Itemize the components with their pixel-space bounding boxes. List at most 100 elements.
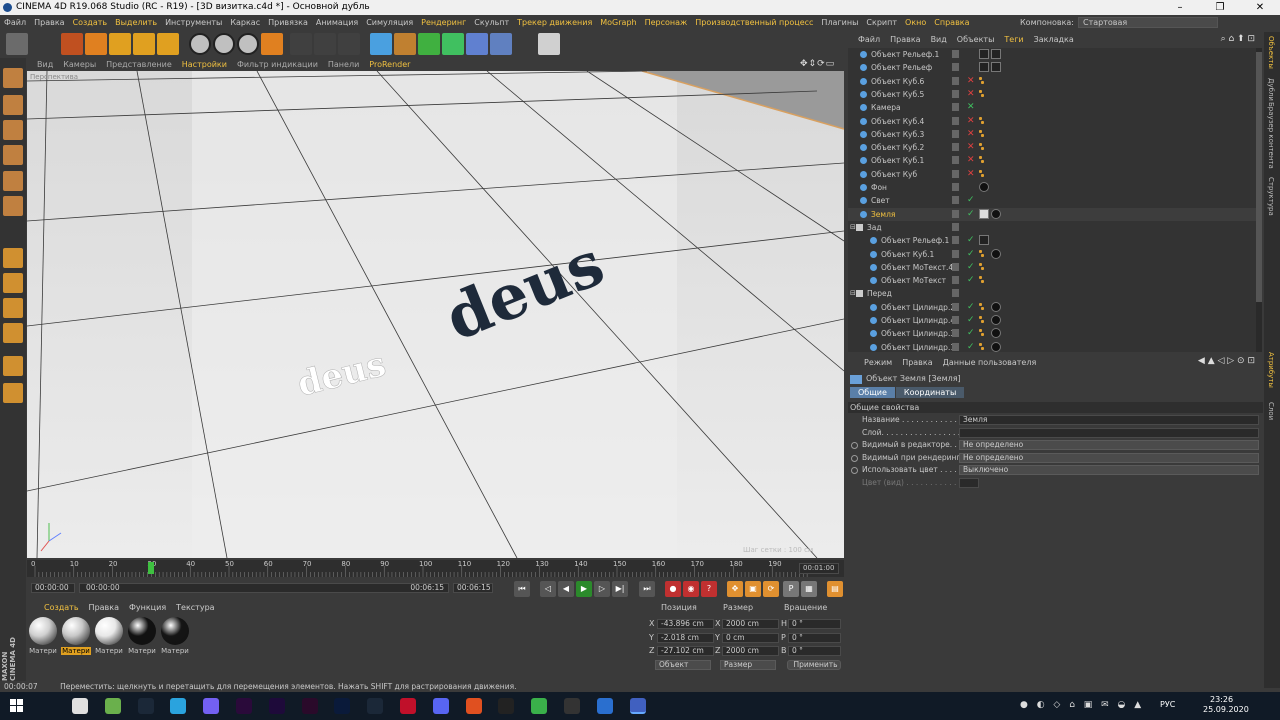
object-row[interactable]: Камера ✕ — [848, 101, 1256, 114]
layer-checkbox[interactable] — [952, 169, 959, 178]
prev-frame-icon[interactable]: ◀ — [558, 581, 574, 597]
rotate-icon[interactable] — [133, 33, 155, 55]
texture-tag-icon[interactable] — [979, 62, 989, 73]
rotate-key-icon[interactable]: ⟳ — [763, 581, 779, 597]
menu-item[interactable]: Инструменты — [165, 18, 222, 27]
disabled-x-icon[interactable]: ✕ — [967, 75, 975, 88]
texture-tag-icon[interactable] — [979, 235, 989, 246]
material-tag-icon[interactable] — [991, 315, 1001, 325]
object-name[interactable]: Зад — [867, 221, 882, 234]
menu-item[interactable]: Плагины — [821, 18, 858, 27]
axis-mode-icon[interactable] — [3, 248, 23, 268]
texture-tag-icon[interactable] — [991, 49, 1001, 59]
side-tab[interactable]: Структура — [1267, 177, 1275, 216]
menu-item[interactable]: Привязка — [268, 18, 308, 27]
disabled-x-icon[interactable]: ✕ — [967, 128, 975, 141]
z-axis-icon[interactable] — [237, 33, 259, 55]
object-menu-item[interactable]: Объекты — [957, 35, 995, 44]
render-view-icon[interactable] — [290, 33, 312, 55]
layer-checkbox[interactable] — [952, 183, 959, 191]
x-axis-icon[interactable] — [189, 33, 211, 55]
object-row[interactable]: Объект Куб ✕ — [848, 168, 1256, 181]
object-name[interactable]: Объект Цилиндр.3 — [881, 327, 955, 340]
phong-tag-icon[interactable] — [979, 76, 982, 80]
system-tray-icons[interactable]: ● ◐ ◇ ⌂ ▣ ✉ ◒ ▲ — [1020, 700, 1150, 712]
viewport-menu-item[interactable]: Камеры — [63, 60, 96, 69]
attr-prop-field[interactable] — [959, 427, 1259, 438]
language-indicator[interactable]: РУС — [1160, 700, 1175, 709]
discord-icon[interactable] — [432, 698, 449, 714]
enabled-check-icon[interactable]: ✓ — [967, 248, 975, 261]
size-field[interactable]: 2000 cm — [722, 619, 779, 629]
layer-checkbox[interactable] — [952, 276, 959, 285]
enabled-check-icon[interactable]: ✓ — [967, 341, 975, 352]
menu-item[interactable]: Персонаж — [645, 18, 688, 27]
viewport-menu-item[interactable]: Фильтр индикации — [237, 60, 318, 69]
prev-key-icon[interactable]: ◁ — [540, 581, 556, 597]
object-row[interactable]: Объект Куб.1 ✕ — [848, 154, 1256, 167]
object-name[interactable]: Объект Куб.1 — [881, 248, 934, 261]
object-menu-item[interactable]: Теги — [1004, 35, 1023, 44]
object-name[interactable]: Свет — [871, 194, 890, 207]
material-tag-icon[interactable] — [991, 328, 1001, 339]
size-field[interactable]: 0 cm — [722, 632, 779, 643]
phone-icon[interactable] — [531, 698, 548, 714]
layer-checkbox[interactable] — [952, 329, 959, 338]
object-menu-item[interactable]: Вид — [931, 35, 947, 44]
phong-tag-icon[interactable] — [979, 302, 982, 306]
phong-tag-icon[interactable] — [979, 89, 982, 93]
disabled-x-icon[interactable]: ✕ — [967, 115, 975, 128]
layer-checkbox[interactable] — [952, 129, 959, 138]
object-row[interactable]: Объект Куб.1 ✓ — [848, 248, 1256, 261]
rotation-field[interactable]: 0 ° — [788, 646, 841, 656]
cube-icon[interactable] — [370, 33, 392, 55]
next-frame-icon[interactable]: ▷ — [594, 581, 610, 597]
keyframe-help-icon[interactable]: ? — [701, 581, 717, 597]
material-thumbnail[interactable]: Матери — [160, 617, 190, 657]
anim-radio-icon[interactable] — [851, 454, 858, 462]
phong-tag-icon[interactable] — [981, 320, 984, 323]
material-tag-icon[interactable] — [991, 248, 1001, 259]
phong-tag-icon[interactable] — [979, 156, 982, 160]
search-icon[interactable] — [72, 698, 88, 714]
material-thumbnail[interactable]: Матери — [28, 617, 58, 657]
phong-tag-icon[interactable] — [979, 169, 982, 173]
rotation-field[interactable]: 0 ° — [788, 632, 841, 643]
object-name[interactable]: Объект Куб — [871, 168, 917, 181]
move-key-icon[interactable]: ✥ — [727, 581, 743, 597]
record-icon[interactable]: ● — [665, 581, 681, 597]
texture-tag-icon[interactable] — [991, 62, 1001, 73]
collapse-icon[interactable]: ⊟ — [850, 221, 856, 234]
model-mode-icon[interactable] — [3, 68, 23, 88]
illustrator-icon[interactable] — [301, 698, 318, 714]
texture-tag-icon[interactable] — [979, 49, 989, 59]
after-effects-icon[interactable] — [268, 698, 285, 714]
enabled-check-icon[interactable]: ✓ — [967, 208, 975, 221]
anim-radio-icon[interactable] — [851, 467, 858, 474]
disabled-x-icon[interactable]: ✕ — [967, 168, 975, 181]
material-menu-item[interactable]: Функция — [129, 603, 166, 614]
subdivision-icon[interactable] — [418, 33, 440, 55]
points-mode-icon[interactable] — [3, 145, 23, 165]
menu-item[interactable]: Симуляция — [366, 18, 413, 27]
menu-item[interactable]: Рендеринг — [421, 18, 466, 27]
viewport[interactable]: deus deus Перспектива Шаг сетки : 100 см — [27, 71, 844, 558]
frame-range-slider[interactable]: 00:00:00 00:06:15 — [79, 583, 449, 593]
menu-item[interactable]: Справка — [934, 18, 969, 27]
workplane-icon[interactable] — [3, 323, 23, 343]
autokey-icon[interactable]: ◉ — [683, 581, 699, 597]
menu-item[interactable]: MoGraph — [600, 18, 636, 27]
go-start-icon[interactable]: ⏮ — [514, 581, 530, 597]
attr-prop-field[interactable]: Не определено — [959, 440, 1259, 450]
object-row[interactable]: Свет ✓ — [848, 194, 1256, 207]
layer-checkbox[interactable] — [952, 249, 959, 258]
phong-tag-icon[interactable] — [981, 280, 984, 284]
enabled-check-icon[interactable]: ✓ — [967, 261, 975, 274]
solo-icon[interactable] — [3, 298, 23, 318]
position-field[interactable]: -27.102 cm — [657, 646, 714, 656]
object-name[interactable]: Объект Рельеф.1 — [871, 48, 939, 61]
layer-checkbox[interactable] — [952, 156, 959, 165]
layer-checkbox[interactable] — [952, 63, 959, 72]
position-field[interactable]: -2.018 cm — [657, 632, 714, 643]
rotation-field[interactable]: 0 ° — [788, 619, 841, 629]
